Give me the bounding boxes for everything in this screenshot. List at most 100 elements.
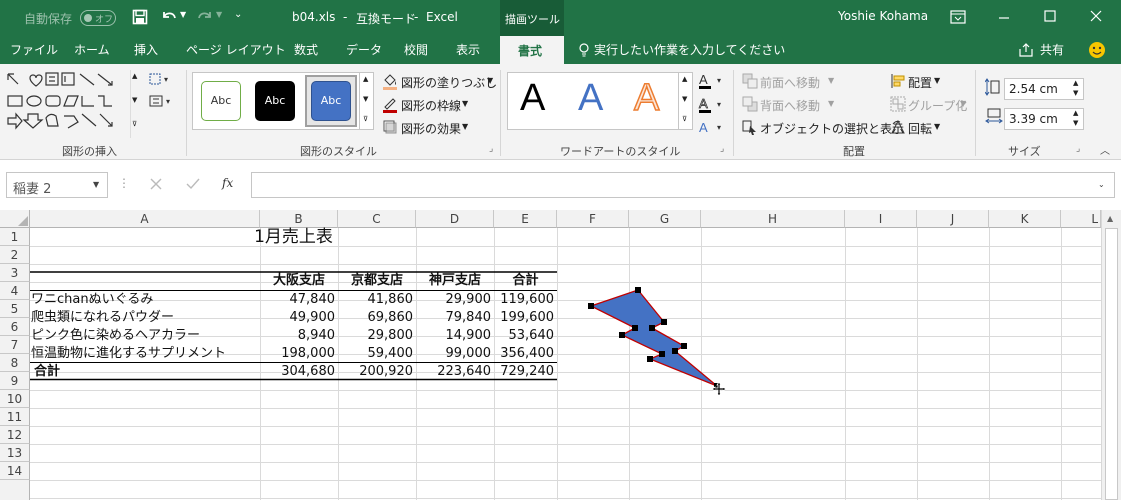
row-header-7[interactable]: 7 <box>0 336 30 354</box>
ribbon-display-options-icon[interactable] <box>950 10 966 24</box>
lightning-bolt-shape[interactable] <box>580 280 730 398</box>
row-header-10[interactable]: 10 <box>0 390 30 408</box>
wordart-launcher-icon[interactable]: ⌟ <box>720 144 724 154</box>
align-button[interactable]: 配置 <box>908 74 932 91</box>
cancel-entry-icon[interactable] <box>150 178 162 190</box>
table-cell[interactable]: 49,900 <box>260 309 338 327</box>
text-fill-icon[interactable]: A ▾ <box>698 72 726 90</box>
text-outline-icon[interactable]: A ▾ <box>698 96 726 114</box>
name-box-dropdown-icon[interactable]: ▼ <box>93 180 99 189</box>
shape-effects-button[interactable]: 図形の効果 <box>401 120 461 137</box>
width-spin-down-icon[interactable]: ▼ <box>1073 119 1078 127</box>
shape-style-selected-frame[interactable]: Abc <box>305 75 357 127</box>
table-cell[interactable]: 223,640 <box>416 363 494 381</box>
shape-style-dark[interactable]: Abc <box>255 81 295 121</box>
tab-insert[interactable]: 挿入 <box>134 36 158 64</box>
save-icon[interactable] <box>132 9 148 25</box>
table-cell[interactable]: 79,840 <box>416 309 494 327</box>
shape-outline-button[interactable]: 図形の枠線 <box>401 97 461 114</box>
row-header-8[interactable]: 8 <box>0 354 30 372</box>
tab-data[interactable]: データ <box>346 36 382 64</box>
wordart-orange-outline[interactable]: A <box>633 76 660 120</box>
table-cell[interactable]: 119,600 <box>494 291 557 309</box>
header-kyoto[interactable]: 京都支店 <box>338 272 416 290</box>
tab-format-active[interactable]: 書式 <box>500 36 564 65</box>
table-cell[interactable]: 729,240 <box>494 363 557 381</box>
table-cell[interactable]: 29,800 <box>338 327 416 345</box>
table-cell[interactable]: 69,860 <box>338 309 416 327</box>
confirm-entry-icon[interactable] <box>186 178 200 190</box>
shapes-gallery-scroll[interactable]: ▲ ▼ ⊽ <box>130 70 140 138</box>
table-cell[interactable]: 200,920 <box>338 363 416 381</box>
smiley-feedback-icon[interactable] <box>1088 41 1106 59</box>
header-osaka[interactable]: 大阪支店 <box>260 272 338 290</box>
row-header-next[interactable] <box>0 480 30 500</box>
bring-forward-button[interactable]: 前面へ移動 <box>760 74 820 91</box>
tab-review[interactable]: 校閲 <box>404 36 428 64</box>
table-cell[interactable]: 198,000 <box>260 345 338 363</box>
row-header-12[interactable]: 12 <box>0 426 30 444</box>
scroll-up-icon[interactable]: ▲ <box>1107 214 1113 223</box>
share-button[interactable]: 共有 <box>1040 36 1064 64</box>
customize-toolbar-icon[interactable]: ⌄ <box>234 9 242 20</box>
vertical-scrollbar[interactable]: ▲ <box>1101 210 1121 500</box>
formula-input[interactable]: ⌄ <box>251 172 1115 198</box>
selection-pane-button[interactable]: オブジェクトの選択と表示 <box>760 120 904 137</box>
row-header-14[interactable]: 14 <box>0 462 30 480</box>
tab-home[interactable]: ホーム <box>74 36 110 64</box>
header-total[interactable]: 合計 <box>494 272 557 290</box>
shape-styles-launcher-icon[interactable]: ⌟ <box>489 144 493 154</box>
row-header-4[interactable]: 4 <box>0 282 30 300</box>
table-cell[interactable]: 59,400 <box>338 345 416 363</box>
row-header-6[interactable]: 6 <box>0 318 30 336</box>
shape-styles-gallery[interactable]: Abc Abc Abc <box>192 72 360 130</box>
table-row-label[interactable]: 爬虫類になれるパウダー <box>31 309 260 327</box>
shape-height-input[interactable]: 2.54 cm ▲ ▼ <box>1004 78 1084 100</box>
edit-shape-icon[interactable]: ▾ <box>148 72 176 88</box>
table-cell[interactable]: 199,600 <box>494 309 557 327</box>
share-icon[interactable] <box>1018 43 1034 57</box>
table-cell[interactable]: 14,900 <box>416 327 494 345</box>
scrollbar-thumb[interactable] <box>1105 228 1118 500</box>
shape-style-outline[interactable]: Abc <box>201 81 241 121</box>
send-backward-button[interactable]: 背面へ移動 <box>760 97 820 114</box>
table-cell[interactable]: 99,000 <box>416 345 494 363</box>
row-header-13[interactable]: 13 <box>0 444 30 462</box>
send-backward-dropdown-icon[interactable]: ▼ <box>828 99 834 108</box>
width-spin-up-icon[interactable]: ▲ <box>1073 109 1078 117</box>
shape-fill-button[interactable]: 図形の塗りつぶし <box>401 74 497 91</box>
wordart-black[interactable]: A <box>520 77 545 120</box>
collapse-ribbon-icon[interactable]: ︿ <box>1100 142 1110 157</box>
insert-function-button[interactable]: fx <box>222 176 233 190</box>
undo-icon[interactable] <box>160 9 178 25</box>
group-dropdown-icon[interactable]: ▼ <box>960 99 966 108</box>
close-icon[interactable] <box>1090 10 1102 22</box>
redo-icon[interactable] <box>196 9 214 25</box>
group-button[interactable]: グループ化 <box>908 97 967 114</box>
row-header-11[interactable]: 11 <box>0 408 30 426</box>
shapes-gallery[interactable] <box>4 70 130 138</box>
expand-formula-bar-icon[interactable]: ⌄ <box>1098 180 1105 189</box>
table-cell[interactable]: 47,840 <box>260 291 338 309</box>
table-cell[interactable]: 29,900 <box>416 291 494 309</box>
table-cell[interactable]: 356,400 <box>494 345 557 363</box>
table-cell[interactable]: 41,860 <box>338 291 416 309</box>
sheet-title[interactable]: 1月売上表 <box>30 228 557 247</box>
rotate-button[interactable]: 回転 <box>908 120 932 137</box>
tab-page-layout[interactable]: ページ レイアウト <box>186 36 286 64</box>
shape-width-input[interactable]: 3.39 cm ▲ ▼ <box>1004 108 1084 130</box>
bring-forward-dropdown-icon[interactable]: ▼ <box>828 76 834 85</box>
table-row-label[interactable]: ワニchanぬいぐるみ <box>31 291 260 309</box>
name-box[interactable]: 稲妻 2 ▼ <box>6 172 108 198</box>
tab-file[interactable]: ファイル <box>10 36 58 64</box>
tell-me-input[interactable]: 実行したい作業を入力してください <box>594 36 785 64</box>
rotate-dropdown-icon[interactable]: ▼ <box>934 122 940 131</box>
wordart-blue[interactable]: A <box>578 77 603 120</box>
size-launcher-icon[interactable]: ⌟ <box>1076 144 1080 154</box>
undo-dropdown-icon[interactable]: ▼ <box>180 10 186 19</box>
wordart-scroll[interactable]: ▲ ▼ ⊽ <box>679 72 693 130</box>
minimize-icon[interactable] <box>998 12 1010 24</box>
text-effects-icon[interactable]: A ▾ <box>698 119 726 137</box>
align-dropdown-icon[interactable]: ▼ <box>934 76 940 85</box>
shape-effects-dropdown-icon[interactable]: ▼ <box>462 122 468 131</box>
